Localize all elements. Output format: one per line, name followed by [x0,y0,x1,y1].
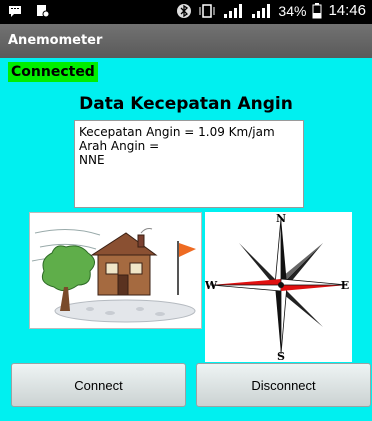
wind-direction-label: Arah Angin = [79,139,160,153]
compass-e-label: E [341,279,349,292]
compass-rose-image: N S E W [204,212,352,363]
disconnect-button[interactable]: Disconnect [196,363,371,407]
app-title-bar: Anemometer [0,24,372,58]
compass-n-label: N [276,212,286,225]
page-title: Data Kecepatan Angin [79,94,293,114]
wind-data-textbox[interactable]: Kecepatan Angin = 1.09 Km/jam Arah Angin… [74,120,304,208]
chat-icon [9,6,21,17]
bluetooth-icon [177,3,192,18]
status-bar: 34% 14:46 [0,0,372,24]
compass-w-label: W [205,279,218,292]
connection-status-badge: Connected [8,62,98,82]
clock: 14:46 [328,2,366,19]
battery-percent: 34% [278,2,307,19]
wind-speed-line: Kecepatan Angin = 1.09 Km/jam [79,125,275,139]
battery-icon [312,2,322,18]
notification-icon [37,5,50,18]
vibrate-icon [199,3,215,18]
app-title: Anemometer [8,33,103,48]
connect-button[interactable]: Connect [11,363,186,407]
windy-house-image [29,212,202,329]
signal-icon [252,3,271,18]
wind-direction-value: NNE [79,153,105,167]
compass-s-label: S [277,350,285,362]
signal-icon [224,3,243,18]
